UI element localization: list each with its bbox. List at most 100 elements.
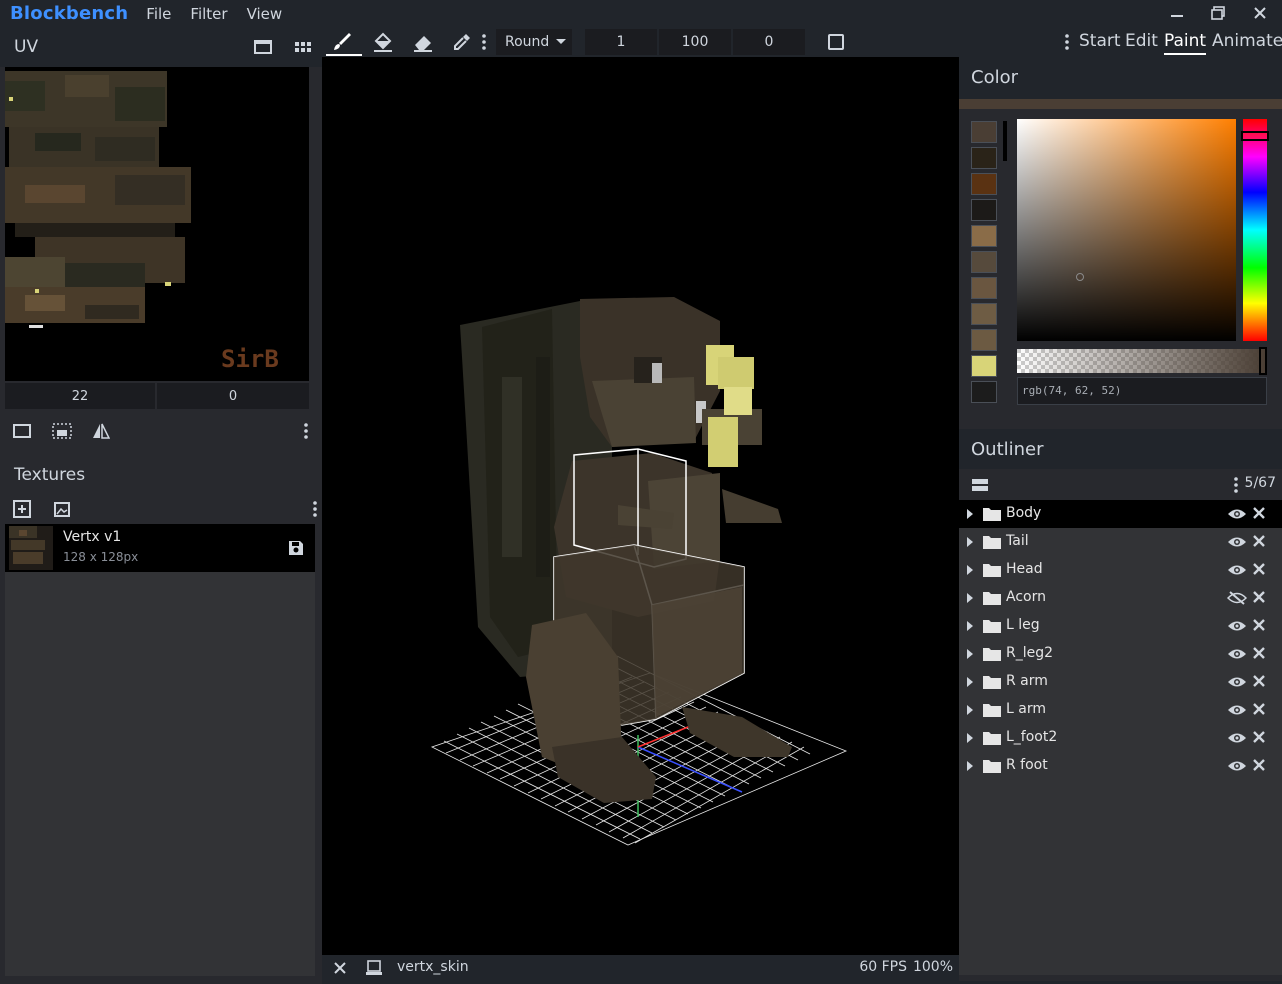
palette-swatch[interactable] <box>971 355 997 377</box>
brush-tool-icon[interactable] <box>324 29 362 56</box>
menu-file[interactable]: File <box>146 5 171 23</box>
outliner-row[interactable]: R arm <box>959 668 1282 696</box>
uv-y-input[interactable]: 0 <box>157 383 309 409</box>
add-texture-icon[interactable] <box>10 497 34 521</box>
visibility-eye-icon[interactable] <box>1227 731 1247 745</box>
save-texture-icon[interactable] <box>284 536 308 560</box>
expand-arrow-icon[interactable] <box>965 675 975 689</box>
eraser-tool-icon[interactable] <box>405 29 441 55</box>
expand-arrow-icon[interactable] <box>965 563 975 577</box>
palette-swatch[interactable] <box>971 277 997 299</box>
tab-start[interactable]: Start <box>1079 31 1121 51</box>
expand-arrow-icon[interactable] <box>965 535 975 549</box>
restore-icon[interactable] <box>1198 2 1238 24</box>
color-value-input[interactable]: rgb(74, 62, 52) <box>1017 377 1267 405</box>
expand-arrow-icon[interactable] <box>965 591 975 605</box>
delete-icon[interactable] <box>1252 646 1266 660</box>
fill-tool-icon[interactable] <box>365 29 401 55</box>
saturation-value-picker[interactable] <box>1017 119 1236 341</box>
sv-cursor[interactable] <box>1076 273 1084 281</box>
hue-slider-handle[interactable] <box>1241 131 1269 141</box>
opacity-input[interactable]: 100 <box>659 29 731 55</box>
hidden-eye-icon[interactable] <box>1227 591 1247 605</box>
expand-arrow-icon[interactable] <box>965 703 975 717</box>
alpha-checkerboard <box>1017 349 1265 373</box>
palette-swatch[interactable] <box>971 199 997 221</box>
expand-arrow-icon[interactable] <box>965 507 975 521</box>
delete-icon[interactable] <box>1252 702 1266 716</box>
menu-view[interactable]: View <box>247 5 283 23</box>
uv-x-input[interactable]: 22 <box>5 383 155 409</box>
acorn-model <box>706 345 754 467</box>
texture-list-item[interactable]: Vertx v1 128 x 128px <box>5 524 315 572</box>
visibility-eye-icon[interactable] <box>1227 759 1247 773</box>
outliner-row[interactable]: R foot <box>959 752 1282 780</box>
tab-animate[interactable]: Animate <box>1212 31 1282 51</box>
outliner-row[interactable]: Acorn <box>959 584 1282 612</box>
visibility-eye-icon[interactable] <box>1227 507 1247 521</box>
tool-more-icon[interactable] <box>474 29 494 55</box>
outliner-row[interactable]: L leg <box>959 612 1282 640</box>
outliner-row[interactable]: Body <box>959 500 1282 528</box>
hue-slider[interactable] <box>1241 119 1269 341</box>
palette-swatch[interactable] <box>971 303 997 325</box>
delete-icon[interactable] <box>1252 562 1266 576</box>
alpha-slider-handle[interactable] <box>1259 347 1267 375</box>
alpha-slider[interactable] <box>1017 347 1267 375</box>
palette-swatch[interactable] <box>971 381 997 403</box>
close-window-icon[interactable] <box>1240 2 1280 24</box>
menu-filter[interactable]: Filter <box>190 5 227 23</box>
expand-arrow-icon[interactable] <box>965 731 975 745</box>
tab-paint[interactable]: Paint <box>1164 31 1207 55</box>
delete-icon[interactable] <box>1252 618 1266 632</box>
visibility-eye-icon[interactable] <box>1227 647 1247 661</box>
brush-shape-select[interactable]: Round <box>496 29 572 55</box>
palette-swatch[interactable] <box>971 225 997 247</box>
grid-view-icon[interactable] <box>291 35 315 59</box>
uv-texture-image: SirB <box>5 71 279 373</box>
outliner-row[interactable]: Head <box>959 556 1282 584</box>
visibility-eye-icon[interactable] <box>1227 563 1247 577</box>
delete-icon[interactable] <box>1252 534 1266 548</box>
visibility-eye-icon[interactable] <box>1227 535 1247 549</box>
import-texture-icon[interactable] <box>50 497 74 521</box>
screenshot-icon[interactable] <box>362 956 386 980</box>
folder-icon <box>983 536 1001 549</box>
delete-icon[interactable] <box>1252 730 1266 744</box>
palette-scrollbar[interactable] <box>1003 121 1007 161</box>
visibility-eye-icon[interactable] <box>1227 703 1247 717</box>
single-view-icon[interactable] <box>251 35 275 59</box>
expand-arrow-icon[interactable] <box>965 647 975 661</box>
auto-uv-icon[interactable] <box>50 419 74 443</box>
outliner-row[interactable]: Tail <box>959 528 1282 556</box>
palette-swatch[interactable] <box>971 251 997 273</box>
visibility-eye-icon[interactable] <box>1227 619 1247 633</box>
palette-swatch[interactable] <box>971 121 997 143</box>
collapse-all-icon[interactable] <box>968 473 992 497</box>
close-tab-icon[interactable] <box>328 956 352 980</box>
toggle-box-icon[interactable] <box>818 29 854 55</box>
outliner-row[interactable]: R_leg2 <box>959 640 1282 668</box>
tab-edit[interactable]: Edit <box>1125 31 1158 51</box>
palette-swatch[interactable] <box>971 147 997 169</box>
outliner-row[interactable]: L_foot2 <box>959 724 1282 752</box>
expand-arrow-icon[interactable] <box>965 619 975 633</box>
mirror-icon[interactable] <box>89 419 113 443</box>
brush-size-input[interactable]: 1 <box>585 29 657 55</box>
softness-input[interactable]: 0 <box>733 29 805 55</box>
outliner-row[interactable]: L arm <box>959 696 1282 724</box>
palette-swatch[interactable] <box>971 173 997 195</box>
palette-swatch[interactable] <box>971 329 997 351</box>
uv-texture-canvas[interactable]: SirB <box>5 67 309 381</box>
delete-icon[interactable] <box>1252 506 1266 520</box>
visibility-eye-icon[interactable] <box>1227 675 1247 689</box>
expand-arrow-icon[interactable] <box>965 759 975 773</box>
more-options-icon[interactable] <box>294 419 318 443</box>
minimize-icon[interactable] <box>1157 2 1197 24</box>
fullscreen-uv-icon[interactable] <box>10 419 34 443</box>
delete-icon[interactable] <box>1252 674 1266 688</box>
mode-more-icon[interactable] <box>1057 29 1077 55</box>
delete-icon[interactable] <box>1252 590 1266 604</box>
delete-icon[interactable] <box>1252 758 1266 772</box>
3d-viewport[interactable] <box>322 57 959 955</box>
